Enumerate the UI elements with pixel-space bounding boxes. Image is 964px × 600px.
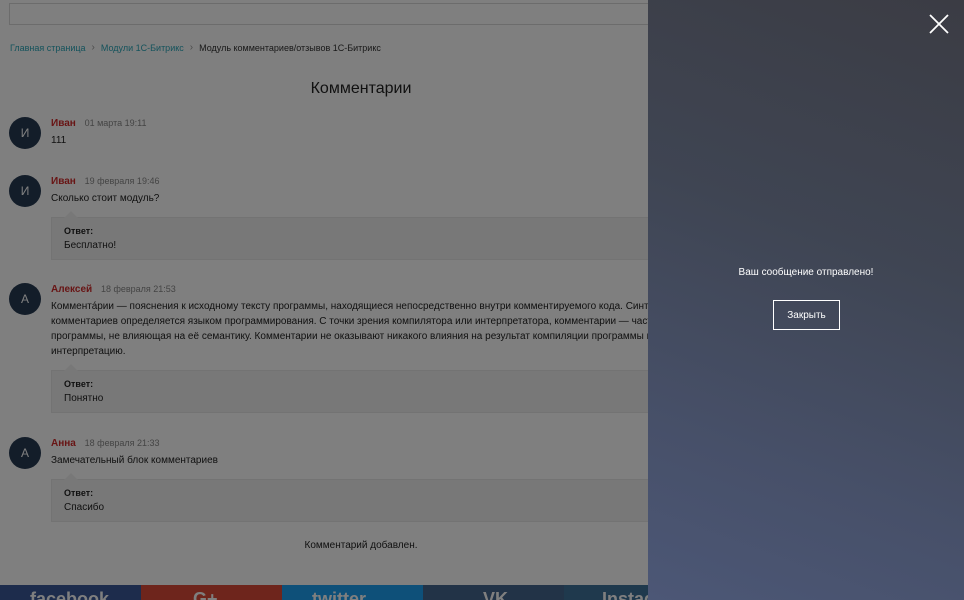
modal-panel: Ваш сообщение отправлено! Закрыть	[648, 0, 964, 600]
close-icon[interactable]	[928, 13, 950, 35]
close-button[interactable]: Закрыть	[773, 300, 840, 330]
modal-message: Ваш сообщение отправлено!	[738, 267, 874, 278]
